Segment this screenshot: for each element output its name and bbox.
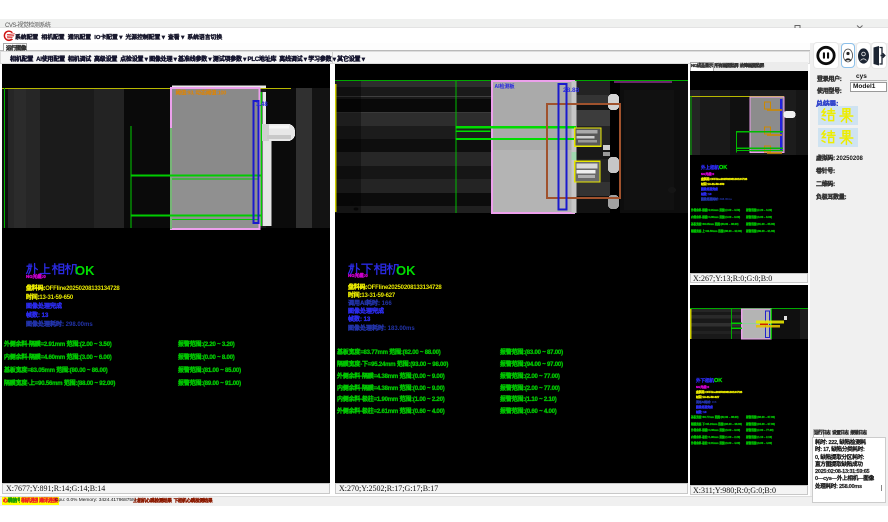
svg-text:OK: OK [396,263,416,278]
svg-text:OK: OK [75,263,95,278]
